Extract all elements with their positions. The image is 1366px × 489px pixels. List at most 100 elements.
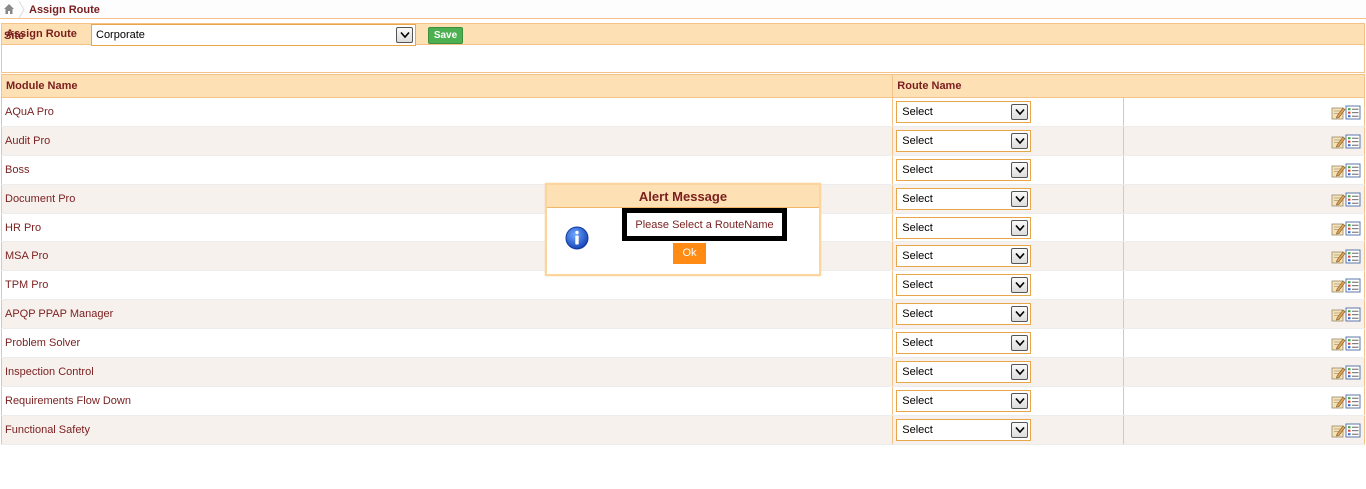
route-select-value: Select (902, 250, 933, 263)
module-name: HR Pro (5, 221, 42, 234)
chevron-down-icon[interactable] (1011, 219, 1029, 236)
route-select-value: Select (902, 105, 933, 118)
list-details-icon[interactable] (1345, 192, 1361, 207)
route-select[interactable]: Select (896, 216, 1032, 239)
route-select[interactable]: Select (896, 274, 1032, 297)
chevron-down-icon[interactable] (1011, 363, 1029, 380)
module-name: TPM Pro (5, 279, 49, 292)
route-select[interactable]: Select (896, 100, 1032, 123)
module-name-cell: Problem Solver (1, 328, 894, 359)
site-select[interactable]: Corporate (91, 24, 416, 46)
chevron-down-icon[interactable] (396, 27, 413, 43)
edit-icon[interactable] (1331, 396, 1346, 409)
route-name-cell: Select (892, 184, 1125, 214)
route-select-value: Select (902, 423, 933, 436)
route-name-cell: Select (892, 270, 1125, 301)
chevron-down-icon[interactable] (1011, 392, 1029, 409)
list-details-icon[interactable] (1345, 307, 1361, 322)
edit-icon[interactable] (1331, 425, 1346, 438)
route-name-cell: Select (892, 386, 1125, 416)
list-details-icon[interactable] (1345, 250, 1361, 264)
alert-dialog: Alert Message Please Select a RouteName … (545, 183, 821, 276)
edit-icon[interactable] (1331, 252, 1346, 264)
chevron-down-icon[interactable] (1011, 248, 1029, 265)
actions-cell (1123, 184, 1365, 214)
route-select[interactable]: Select (896, 129, 1032, 152)
ok-button[interactable]: Ok (673, 243, 706, 264)
module-name-cell: Functional Safety (1, 415, 894, 445)
actions-cell (1123, 386, 1365, 416)
module-name-cell: Inspection Control (1, 357, 894, 387)
route-select-value: Select (902, 308, 933, 321)
module-name: Inspection Control (5, 365, 94, 378)
table-row: AQuA Pro Select (1, 97, 1365, 127)
edit-icon[interactable] (1331, 223, 1346, 235)
route-select[interactable]: Select (896, 332, 1032, 355)
edit-icon[interactable] (1331, 107, 1346, 120)
list-details-icon[interactable] (1345, 423, 1361, 438)
route-select[interactable]: Select (896, 360, 1032, 383)
route-select[interactable]: Select (896, 303, 1032, 326)
chevron-down-icon[interactable] (1011, 103, 1029, 120)
actions-cell (1123, 126, 1365, 156)
list-details-icon[interactable] (1345, 105, 1361, 120)
table-row: Inspection Control Select (1, 357, 1365, 387)
module-name-cell: APQP PPAP Manager (1, 299, 894, 330)
actions-cell (1123, 155, 1365, 185)
route-name-cell: Select (892, 155, 1125, 185)
chevron-down-icon[interactable] (1011, 161, 1029, 178)
actions-cell (1123, 415, 1365, 445)
save-button[interactable]: Save (428, 27, 463, 44)
edit-icon[interactable] (1331, 309, 1346, 322)
route-select[interactable]: Select (896, 158, 1032, 181)
route-select[interactable]: Select (896, 245, 1032, 268)
edit-icon[interactable] (1331, 338, 1346, 351)
module-name: MSA Pro (5, 250, 49, 263)
edit-icon[interactable] (1331, 136, 1346, 149)
route-name-cell: Select (892, 415, 1125, 445)
actions-cell (1123, 328, 1365, 359)
actions-cell (1123, 357, 1365, 387)
list-details-icon[interactable] (1345, 394, 1361, 409)
table-row: Functional Safety Select (1, 415, 1365, 445)
route-select-value: Select (902, 221, 933, 234)
edit-icon[interactable] (1331, 280, 1346, 293)
breadcrumb-current: Assign Route (29, 4, 100, 16)
route-select[interactable]: Select (896, 418, 1032, 441)
breadcrumb-separator-icon (18, 1, 25, 18)
chevron-down-icon[interactable] (1011, 277, 1029, 294)
module-name: Document Pro (5, 192, 76, 205)
actions-cell (1123, 213, 1365, 243)
actions-cell (1123, 270, 1365, 301)
edit-icon[interactable] (1331, 165, 1346, 178)
module-name-cell: Audit Pro (1, 126, 894, 156)
route-name-cell: Select (892, 357, 1125, 387)
chevron-down-icon[interactable] (1011, 132, 1029, 149)
list-details-icon[interactable] (1345, 278, 1361, 293)
home-icon[interactable] (3, 3, 15, 15)
list-details-icon[interactable] (1345, 221, 1361, 236)
site-select-value: Corporate (96, 29, 145, 41)
module-name-cell: AQuA Pro (1, 97, 894, 127)
route-select[interactable]: Select (896, 389, 1032, 412)
actions-cell (1123, 97, 1365, 127)
module-name: Problem Solver (5, 337, 81, 350)
table-header-row: Module Name Route Name (1, 74, 1365, 98)
edit-icon[interactable] (1331, 367, 1346, 380)
module-name-cell: Requirements Flow Down (1, 386, 894, 416)
route-name-cell: Select (892, 299, 1125, 330)
chevron-down-icon[interactable] (1011, 421, 1029, 438)
route-select-value: Select (902, 365, 933, 378)
breadcrumb: Assign Route (0, 0, 1366, 19)
table-row: Requirements Flow Down Select (1, 386, 1365, 416)
route-select[interactable]: Select (896, 187, 1032, 210)
list-details-icon[interactable] (1345, 336, 1361, 351)
chevron-down-icon[interactable] (1011, 190, 1029, 207)
chevron-down-icon[interactable] (1011, 335, 1029, 352)
list-details-icon[interactable] (1345, 134, 1361, 149)
table-row: APQP PPAP Manager Select (1, 299, 1365, 330)
list-details-icon[interactable] (1345, 365, 1361, 380)
edit-icon[interactable] (1331, 194, 1346, 207)
list-details-icon[interactable] (1345, 163, 1361, 178)
chevron-down-icon[interactable] (1011, 306, 1029, 323)
